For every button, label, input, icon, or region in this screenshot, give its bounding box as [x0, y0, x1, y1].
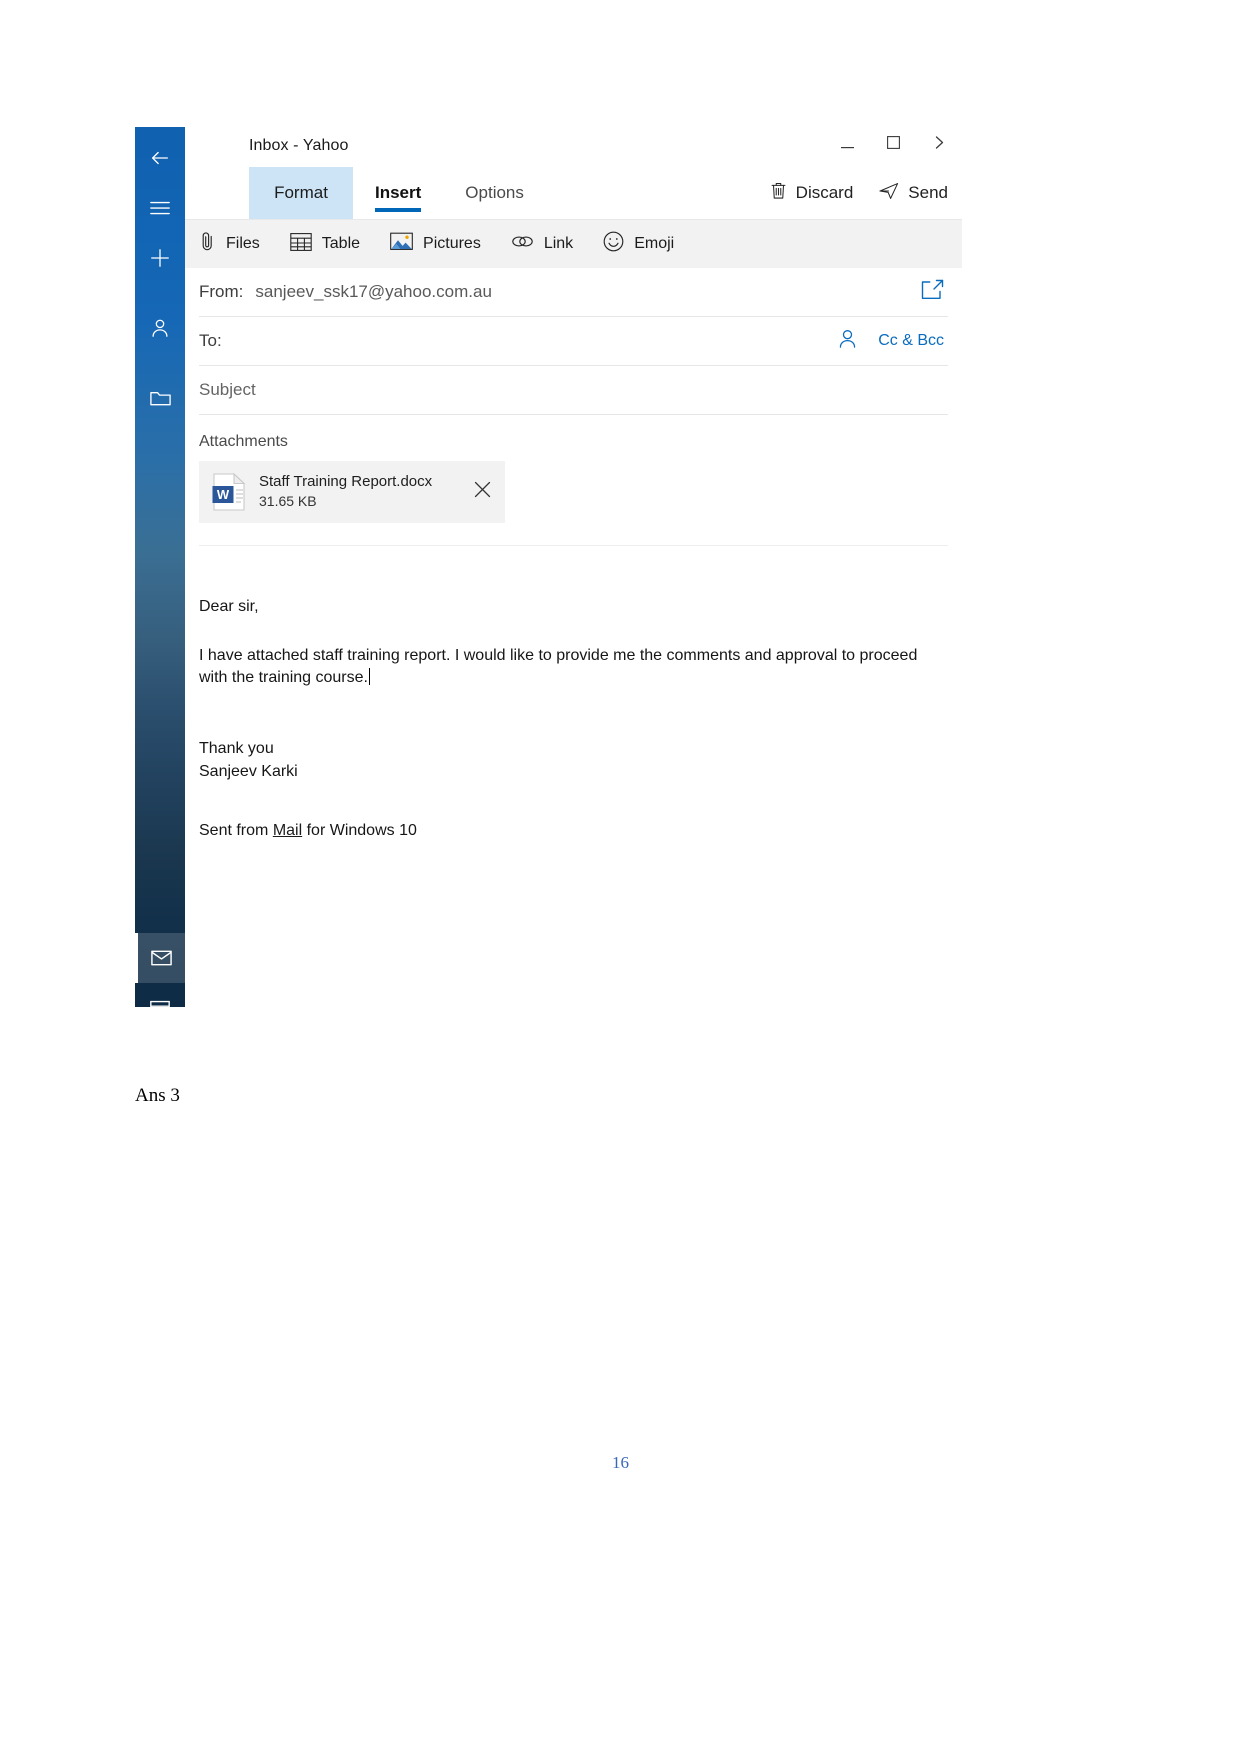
paperclip-icon	[199, 231, 216, 257]
title-bar: Inbox - Yahoo	[185, 127, 962, 167]
smiley-icon	[603, 231, 624, 257]
tab-insert-label: Insert	[375, 183, 422, 202]
compose-fields: From: sanjeev_ssk17@yahoo.com.au To: Cc …	[185, 268, 962, 842]
answer-label: Ans 3	[135, 1085, 180, 1106]
discard-label: Discard	[795, 183, 854, 202]
back-button[interactable]	[135, 133, 185, 183]
cc-bcc-button[interactable]: Cc & Bcc	[878, 332, 944, 350]
from-value: sanjeev_ssk17@yahoo.com.au	[255, 282, 492, 301]
from-field[interactable]: From: sanjeev_ssk17@yahoo.com.au	[199, 268, 948, 317]
message-body[interactable]: Dear sir, I have attached staff training…	[199, 546, 948, 842]
person-add-icon[interactable]	[837, 328, 858, 354]
ribbon-table-button[interactable]: Table	[290, 232, 360, 257]
subject-field[interactable]: Subject	[199, 366, 948, 415]
ribbon-pictures-button[interactable]: Pictures	[390, 232, 481, 256]
new-mail-button[interactable]	[135, 233, 185, 283]
tab-format-label: Format	[274, 183, 328, 202]
to-field[interactable]: To: Cc & Bcc	[199, 317, 948, 366]
ribbon-tabs: Format Insert Options Discard Send	[185, 167, 962, 219]
close-icon	[473, 480, 492, 504]
menu-button[interactable]	[135, 183, 185, 233]
hamburger-icon	[149, 199, 171, 217]
ribbon-files-button[interactable]: Files	[199, 231, 260, 257]
sent-from-suffix: for Windows 10	[302, 821, 417, 839]
chevron-right-icon	[933, 135, 946, 155]
maximize-button[interactable]	[870, 129, 916, 161]
navigation-rail	[135, 127, 185, 1007]
discard-button[interactable]: Discard	[770, 181, 854, 205]
arrow-left-icon	[149, 147, 171, 169]
active-tab-underline	[375, 208, 422, 212]
compose-actions: Discard Send	[770, 167, 962, 219]
to-label: To:	[199, 331, 222, 350]
minimize-button[interactable]	[824, 129, 870, 161]
sidebar-item-mail[interactable]	[135, 933, 185, 983]
mail-app-link[interactable]: Mail	[273, 822, 302, 839]
text-caret	[368, 668, 370, 686]
envelope-icon	[150, 949, 173, 967]
window-controls	[824, 129, 962, 161]
ribbon-link-button[interactable]: Link	[511, 234, 573, 254]
attachment-remove-button[interactable]	[465, 475, 499, 509]
attachments-label: Attachments	[199, 433, 288, 450]
window-title: Inbox - Yahoo	[249, 137, 349, 154]
accounts-button[interactable]	[135, 303, 185, 353]
body-signature: Sanjeev Karki	[199, 762, 298, 780]
word-doc-icon: W	[211, 472, 247, 512]
ribbon-table-label: Table	[321, 235, 361, 252]
subject-placeholder: Subject	[199, 380, 256, 399]
send-icon	[879, 182, 899, 205]
ribbon-pictures-label: Pictures	[423, 235, 481, 252]
sidebar-item-calendar[interactable]	[135, 983, 185, 1007]
from-label: From:	[199, 282, 244, 301]
tab-format[interactable]: Format	[249, 167, 353, 219]
body-greeting: Dear sir,	[199, 598, 259, 615]
attachment-item[interactable]: W Staff Training Report.docx 31.65 KB	[199, 461, 505, 523]
ribbon-files-label: Files	[226, 235, 260, 252]
tab-options-label: Options	[465, 183, 524, 202]
page-number: 16	[612, 1453, 629, 1472]
link-icon	[511, 234, 534, 254]
mail-app-window: Inbox - Yahoo Format Insert Options Disc…	[135, 127, 962, 1007]
send-button[interactable]: Send	[879, 182, 948, 205]
tab-options[interactable]: Options	[443, 167, 546, 219]
calendar-icon	[149, 998, 171, 1007]
trash-icon	[770, 181, 787, 205]
minimize-icon	[840, 136, 854, 154]
table-icon	[290, 232, 312, 257]
svg-text:W: W	[217, 487, 230, 502]
body-paragraph-text: I have attached staff training report. I…	[199, 646, 918, 687]
maximize-icon	[886, 136, 900, 154]
ribbon-link-label: Link	[543, 235, 574, 252]
compose-pane: Inbox - Yahoo Format Insert Options Disc…	[185, 127, 962, 1007]
body-paragraph: I have attached staff training report. I…	[199, 645, 948, 690]
attachment-filename: Staff Training Report.docx	[259, 473, 433, 491]
attachment-filesize: 31.65 KB	[259, 493, 317, 510]
insert-ribbon: Files Table Pictures Link Emoji	[185, 219, 962, 268]
send-label: Send	[908, 183, 948, 202]
folders-button[interactable]	[135, 373, 185, 423]
sent-from-line: Sent from Mail for Windows 10	[199, 820, 948, 843]
ribbon-emoji-button[interactable]: Emoji	[603, 231, 674, 257]
plus-icon	[149, 247, 171, 269]
popout-icon[interactable]	[921, 279, 944, 305]
body-closing: Thank you	[199, 740, 274, 758]
image-icon	[390, 232, 413, 256]
expand-button[interactable]	[916, 129, 962, 161]
ribbon-emoji-label: Emoji	[634, 235, 675, 252]
folder-icon	[149, 388, 172, 408]
person-icon	[149, 317, 171, 339]
sent-from-prefix: Sent from	[199, 821, 273, 839]
tab-insert[interactable]: Insert	[353, 167, 443, 219]
